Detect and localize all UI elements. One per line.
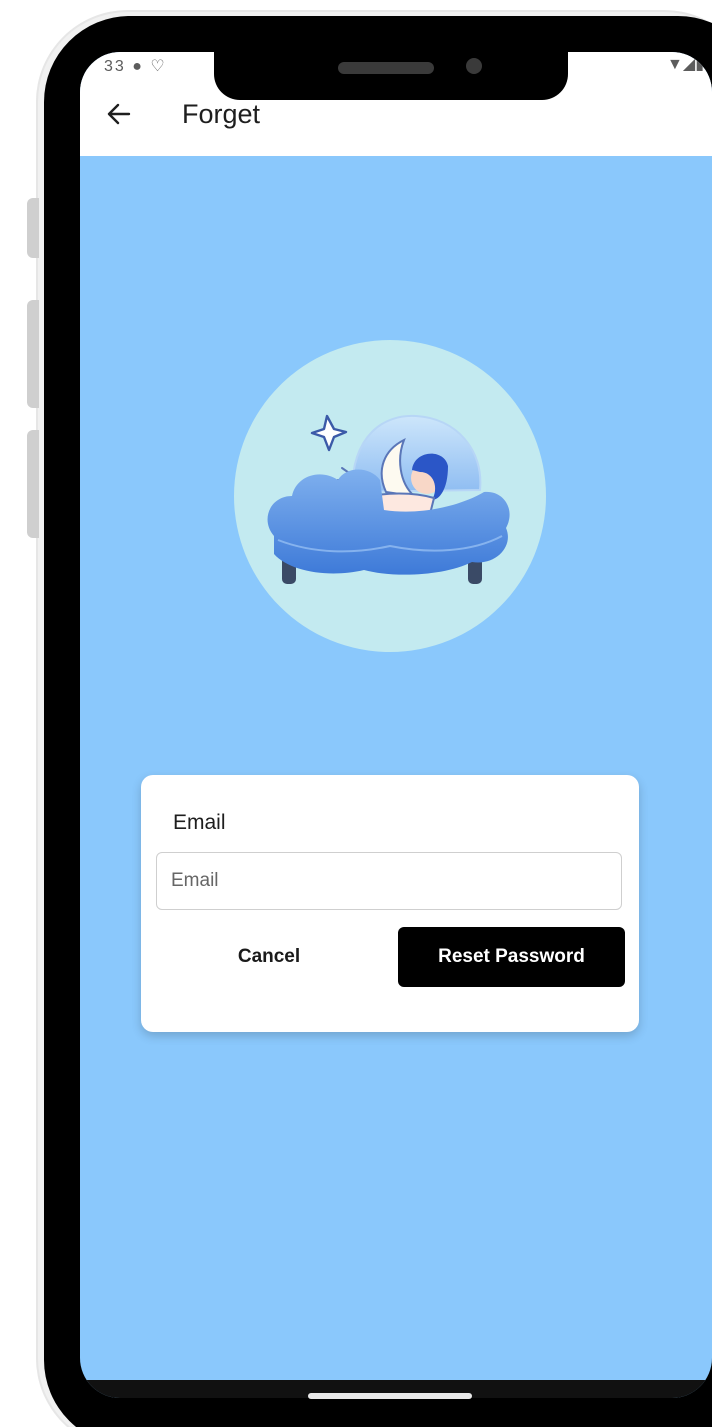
sleep-illustration (234, 340, 546, 652)
device-mockup: 33 ● ♡ ▼◢▮ Forget Email Email Cancel Res… (0, 0, 712, 1427)
speaker-grille (338, 62, 434, 74)
page-title: Forget (182, 99, 261, 129)
email-input[interactable] (156, 852, 622, 910)
reset-password-card: Email Cancel Reset Password (141, 775, 639, 1032)
reset-password-button[interactable]: Reset Password (398, 927, 625, 987)
back-button[interactable] (102, 96, 138, 132)
status-icons-right: ▼◢▮ (667, 56, 704, 73)
cancel-button[interactable]: Cancel (181, 927, 357, 987)
notch (214, 48, 568, 100)
silent-switch (27, 198, 39, 258)
app-screen: 33 ● ♡ ▼◢▮ Forget Email Email Cancel Res… (80, 52, 712, 1398)
volume-up-button (27, 300, 39, 408)
email-label: Email (173, 811, 226, 834)
home-indicator[interactable] (308, 1393, 472, 1399)
status-icons-left: 33 ● ♡ (104, 58, 167, 75)
volume-down-button (27, 430, 39, 538)
front-camera (466, 58, 482, 74)
arrow-left-icon (107, 103, 131, 125)
